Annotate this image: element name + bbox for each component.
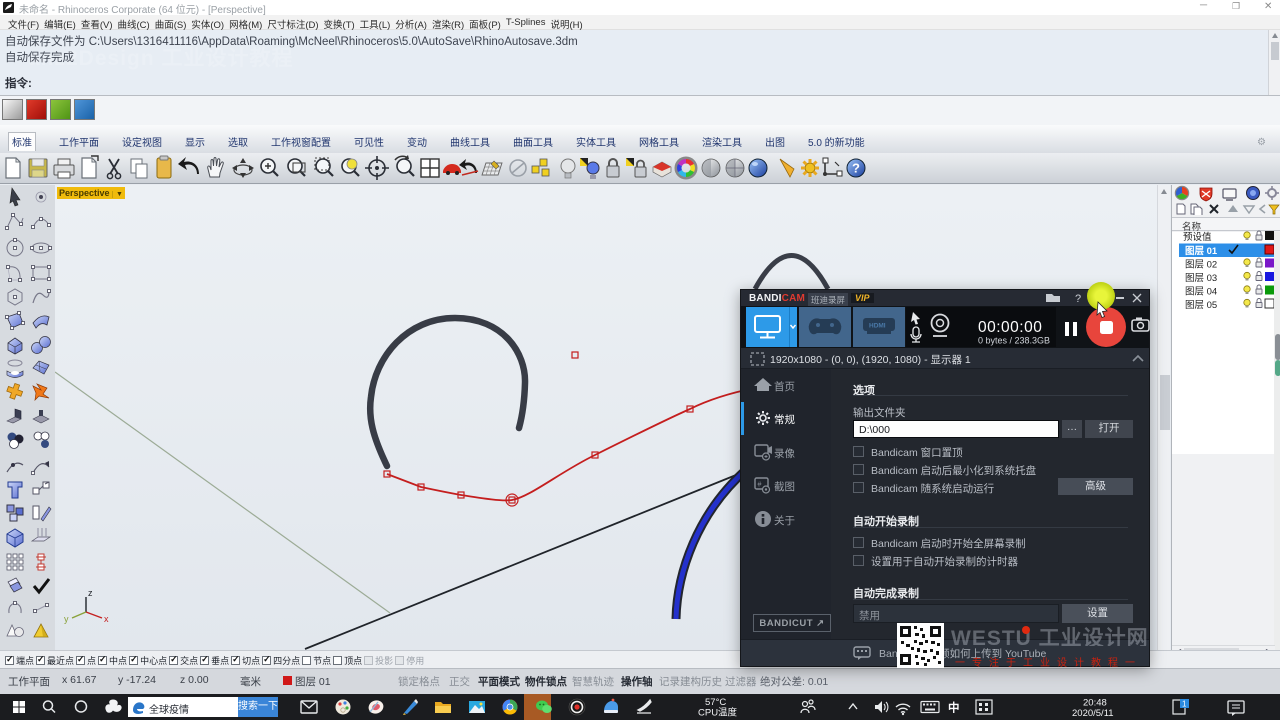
svg-text:?: ? bbox=[852, 161, 860, 176]
svg-text:1: 1 bbox=[1182, 700, 1187, 709]
svg-text:中: 中 bbox=[948, 701, 960, 715]
svg-text:x: x bbox=[104, 614, 109, 624]
svg-text:#: # bbox=[758, 482, 762, 489]
svg-text:2020/5/11: 2020/5/11 bbox=[1072, 708, 1114, 719]
svg-text:图层 05: 图层 05 bbox=[1185, 300, 1217, 311]
svg-text:57°C: 57°C bbox=[705, 697, 726, 708]
svg-text:y: y bbox=[64, 614, 69, 624]
svg-text:图层 01: 图层 01 bbox=[1185, 246, 1218, 257]
svg-text:图层 03: 图层 03 bbox=[1185, 273, 1217, 284]
svg-text:HDMI: HDMI bbox=[869, 323, 886, 330]
svg-text:图层 02: 图层 02 bbox=[1185, 260, 1217, 271]
svg-text:?: ? bbox=[1075, 293, 1081, 305]
svg-text:图层 04: 图层 04 bbox=[1185, 287, 1217, 298]
svg-text:20:48: 20:48 bbox=[1083, 698, 1107, 709]
svg-text:CPU温度: CPU温度 bbox=[698, 707, 738, 719]
svg-text:00:00:00: 00:00:00 bbox=[978, 319, 1042, 336]
svg-text:0 bytes / 238.3GB: 0 bytes / 238.3GB bbox=[978, 336, 1050, 346]
svg-text:z: z bbox=[88, 588, 93, 598]
svg-text:预设值: 预设值 bbox=[1183, 231, 1212, 243]
